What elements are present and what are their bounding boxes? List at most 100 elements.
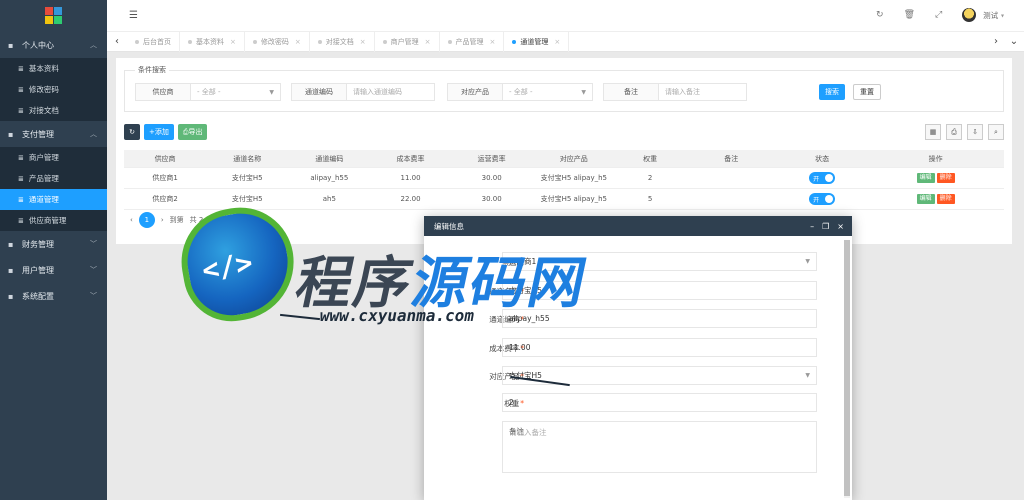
search-button[interactable]: 搜索 xyxy=(819,84,845,100)
tabs-scroll-left-icon[interactable]: ‹ xyxy=(107,36,127,47)
sidebar-group-label: 个人中心 xyxy=(22,40,54,50)
table-row[interactable]: 供应商1 支付宝H5 alipay_h55 11.00 30.00 支付宝H5 … xyxy=(124,168,1004,189)
column-header[interactable]: 对应产品 xyxy=(533,154,615,164)
close-icon[interactable]: × xyxy=(837,222,844,231)
maximize-icon[interactable]: ❐ xyxy=(822,222,829,231)
sidebar-item-label: 产品管理 xyxy=(28,174,59,183)
column-header[interactable]: 供应商 xyxy=(124,154,206,164)
column-header[interactable]: 成本费率 xyxy=(370,154,450,164)
tab-channels[interactable]: 通道管理 × xyxy=(504,31,570,52)
tab-merchants[interactable]: 商户管理 × xyxy=(375,31,440,52)
sidebar-item-suppliers[interactable]: ≣ 供应商管理 xyxy=(0,210,107,231)
sidebar-group-users[interactable]: ▪ 用户管理 ﹀ xyxy=(0,257,107,283)
table-cell: ah5 xyxy=(322,195,336,203)
scrollbar-thumb[interactable] xyxy=(844,240,850,496)
select-value: 支付宝H5 xyxy=(509,371,542,380)
channel-name-input[interactable]: 支付宝H5 xyxy=(502,281,817,300)
reset-button[interactable]: 重置 xyxy=(853,84,881,100)
fullscreen-icon[interactable]: ⤢ xyxy=(935,10,942,20)
users-icon: ▪ xyxy=(8,265,14,275)
sidebar-item-products[interactable]: ≣ 产品管理 xyxy=(0,168,107,189)
delete-button[interactable]: 删除 xyxy=(936,173,955,183)
tab-docs[interactable]: 对接文档 × xyxy=(310,31,375,52)
form-row-supplier: 供应商 供应商1 ▼ xyxy=(424,252,844,272)
tabs-scroll-right-icon[interactable]: › xyxy=(986,36,1006,47)
tab-home[interactable]: 后台首页 xyxy=(127,31,180,52)
page-current[interactable]: 1 xyxy=(138,212,155,228)
tab-dot xyxy=(252,39,257,44)
delete-button[interactable]: 删除 xyxy=(936,194,955,204)
tab-profile[interactable]: 基本资料 × xyxy=(180,31,245,52)
status-toggle[interactable]: 开 xyxy=(809,193,836,205)
form-row-channel-code: 通道编码* alipay_h55 xyxy=(424,309,844,329)
tab-label: 基本资料 xyxy=(196,37,224,46)
sidebar-item-channels[interactable]: ≣ 通道管理 xyxy=(0,189,107,210)
search-icon[interactable]: ⌕ xyxy=(988,124,1004,140)
column-header[interactable]: 权重 xyxy=(615,154,685,164)
goto-label: 到第 xyxy=(169,216,184,224)
tab-password[interactable]: 修改密码 × xyxy=(245,31,310,52)
sidebar-item-password[interactable]: ≣ 修改密码 xyxy=(0,79,107,100)
table-cell: 5 xyxy=(647,195,653,203)
remark-textarea[interactable]: 请输入备注 xyxy=(502,421,817,473)
table-row[interactable]: 供应商2 支付宝H5 ah5 22.00 30.00 支付宝H5 alipay_… xyxy=(124,189,1004,210)
column-header[interactable]: 通道名称 xyxy=(206,154,288,164)
sidebar-item-profile[interactable]: ≣ 基本资料 xyxy=(0,58,107,79)
sidebar-group-personal[interactable]: ▪ 个人中心 ︿ xyxy=(0,32,107,58)
refresh-icon[interactable]: ↻ xyxy=(876,10,884,20)
dialog-controls: – ❐ × xyxy=(810,222,844,231)
column-header[interactable]: 通道编码 xyxy=(288,154,370,164)
refresh-button[interactable]: ↻ xyxy=(124,124,140,140)
tab-products[interactable]: 产品管理 × xyxy=(440,31,505,52)
column-header[interactable]: 备注 xyxy=(685,154,777,164)
tab-label: 对接文档 xyxy=(325,37,354,46)
clear-cache-icon[interactable]: 🗑 xyxy=(904,10,915,20)
download-icon[interactable]: ⇩ xyxy=(967,124,983,140)
close-icon[interactable]: × xyxy=(360,38,366,46)
column-header[interactable]: 操作 xyxy=(867,154,1004,164)
page-size-select[interactable]: 15 条/页 xyxy=(218,212,257,228)
close-icon[interactable]: × xyxy=(490,38,496,46)
channel-code-input[interactable]: 请输入通道编码 xyxy=(347,83,435,101)
edit-button[interactable]: 编辑 xyxy=(916,194,935,204)
minimize-icon[interactable]: – xyxy=(810,222,814,231)
next-page-icon[interactable]: › xyxy=(161,216,164,224)
sidebar-item-docs[interactable]: ≣ 对接文档 xyxy=(0,100,107,121)
avatar xyxy=(962,8,977,22)
cost-rate-input[interactable]: 11.00 xyxy=(502,338,817,357)
export-button[interactable]: ⎙ 导出 xyxy=(177,124,208,140)
column-header[interactable]: 运营费率 xyxy=(451,154,533,164)
supplier-select[interactable]: - 全部 - ▼ xyxy=(191,83,281,101)
product-select[interactable]: 支付宝H5 ▼ xyxy=(502,366,817,385)
edit-button[interactable]: 编辑 xyxy=(916,173,935,183)
sidebar-group-payment[interactable]: ▪ 支付管理 ︿ xyxy=(0,121,107,147)
sidebar-group-finance[interactable]: ▪ 财务管理 ﹀ xyxy=(0,231,107,257)
dialog-scrollbar[interactable] xyxy=(844,240,850,498)
close-icon[interactable]: × xyxy=(295,38,301,46)
status-toggle[interactable]: 开 xyxy=(809,172,836,184)
channel-code-input[interactable]: alipay_h55 xyxy=(502,309,817,328)
close-icon[interactable]: × xyxy=(554,38,560,46)
top-actions: ↻ 🗑 ⤢ 测试 ▾ xyxy=(876,8,1004,22)
refresh-icon: ↻ xyxy=(129,128,135,136)
close-icon[interactable]: × xyxy=(230,38,236,46)
product-select[interactable]: - 全部 - ▼ xyxy=(503,83,593,101)
menu-toggle-icon[interactable]: ☰ xyxy=(129,10,138,21)
actions-cell: 编辑 删除 xyxy=(867,194,1004,204)
table-cell: alipay_h55 xyxy=(310,174,349,182)
weight-input[interactable]: 2 xyxy=(502,393,817,412)
supplier-select[interactable]: 供应商1 ▼ xyxy=(502,252,817,271)
table-cell: 22.00 xyxy=(400,195,421,203)
sidebar-group-system[interactable]: ▪ 系统配置 ﹀ xyxy=(0,283,107,309)
remark-input[interactable]: 请输入备注 xyxy=(659,83,747,101)
column-header[interactable]: 状态 xyxy=(777,154,867,164)
sidebar-item-merchants[interactable]: ≣ 商户管理 xyxy=(0,147,107,168)
tabs-menu-icon[interactable]: ⌄ xyxy=(1004,36,1024,47)
add-button[interactable]: + 添加 xyxy=(144,124,174,140)
prev-page-icon[interactable]: ‹ xyxy=(130,216,133,224)
user-menu[interactable]: 测试 ▾ xyxy=(962,8,1004,22)
print-icon[interactable]: ⎙ xyxy=(946,124,962,140)
close-icon[interactable]: × xyxy=(425,38,431,46)
columns-icon[interactable]: ▦ xyxy=(925,124,941,140)
app-logo[interactable] xyxy=(0,0,107,32)
